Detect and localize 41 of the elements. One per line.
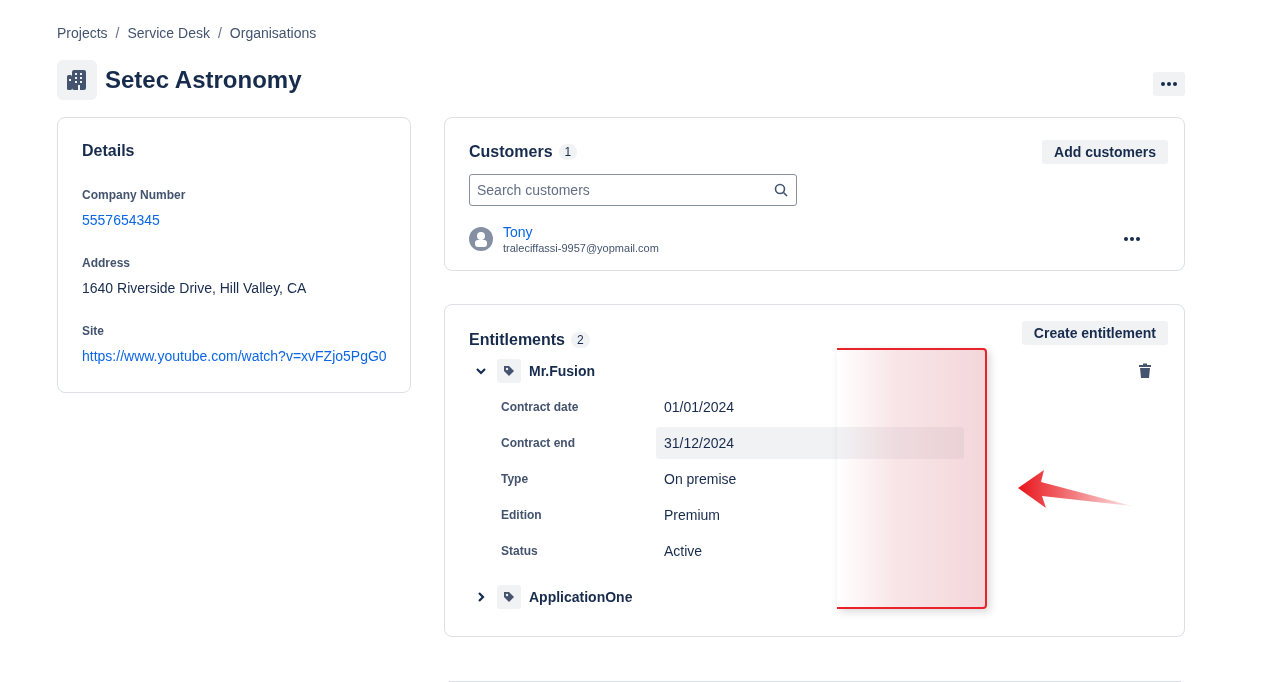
field-link[interactable]: 5557654345 — [82, 212, 160, 228]
field-value: Active — [663, 542, 704, 561]
field-value: On premise — [663, 470, 738, 489]
search-icon — [774, 183, 788, 197]
field-label: Site — [82, 324, 105, 338]
customer-email: traleciffassi-9957@yopmail.com — [503, 242, 660, 254]
entitlement-name: ApplicationOne — [529, 589, 634, 605]
field-label: Type — [501, 472, 530, 486]
add-customers-button[interactable]: Add customers — [1042, 140, 1168, 164]
customer-name-link[interactable]: Tony — [503, 224, 533, 240]
card-heading: Entitlements — [469, 331, 565, 349]
breadcrumb-separator: / — [217, 25, 222, 41]
avatar-icon — [469, 227, 493, 251]
more-options-icon[interactable] — [1153, 72, 1185, 96]
breadcrumb-link[interactable]: Service Desk — [127, 25, 210, 41]
field-label: Company Number — [82, 188, 187, 202]
card-heading: Details — [82, 142, 136, 160]
count-badge: 2 — [571, 332, 590, 348]
create-entitlement-button[interactable]: Create entitlement — [1021, 321, 1168, 345]
field-label: Address — [82, 256, 132, 270]
field-value: 31/12/2024 — [656, 427, 964, 459]
field-label: Contract end — [501, 436, 576, 450]
entitlement-name: Mr.Fusion — [529, 363, 597, 379]
breadcrumb-separator: / — [115, 25, 120, 41]
tag-icon — [497, 585, 521, 609]
field-value: Premium — [663, 506, 721, 525]
breadcrumb-link[interactable]: Organisations — [229, 25, 317, 41]
count-badge: 1 — [558, 144, 578, 160]
field-label: Status — [501, 544, 539, 558]
building-icon — [57, 60, 97, 100]
card-heading: Customers — [469, 143, 553, 161]
field-link[interactable]: https://www.youtube.com/watch?v=xvFZjo5PgG0 — [82, 348, 387, 364]
tag-icon — [497, 359, 521, 383]
search-field[interactable]: Search customers — [469, 174, 797, 206]
field-value: 1640 Riverside Drive, Hill Valley, CA — [82, 280, 307, 296]
breadcrumb-link[interactable]: Projects — [57, 25, 108, 41]
field-label: Contract date — [501, 400, 580, 414]
page-title: Setec Astronomy — [105, 66, 303, 94]
trash-icon[interactable] — [1138, 363, 1152, 379]
field-label: Edition — [501, 508, 543, 522]
field-value: 01/01/2024 — [663, 398, 736, 417]
